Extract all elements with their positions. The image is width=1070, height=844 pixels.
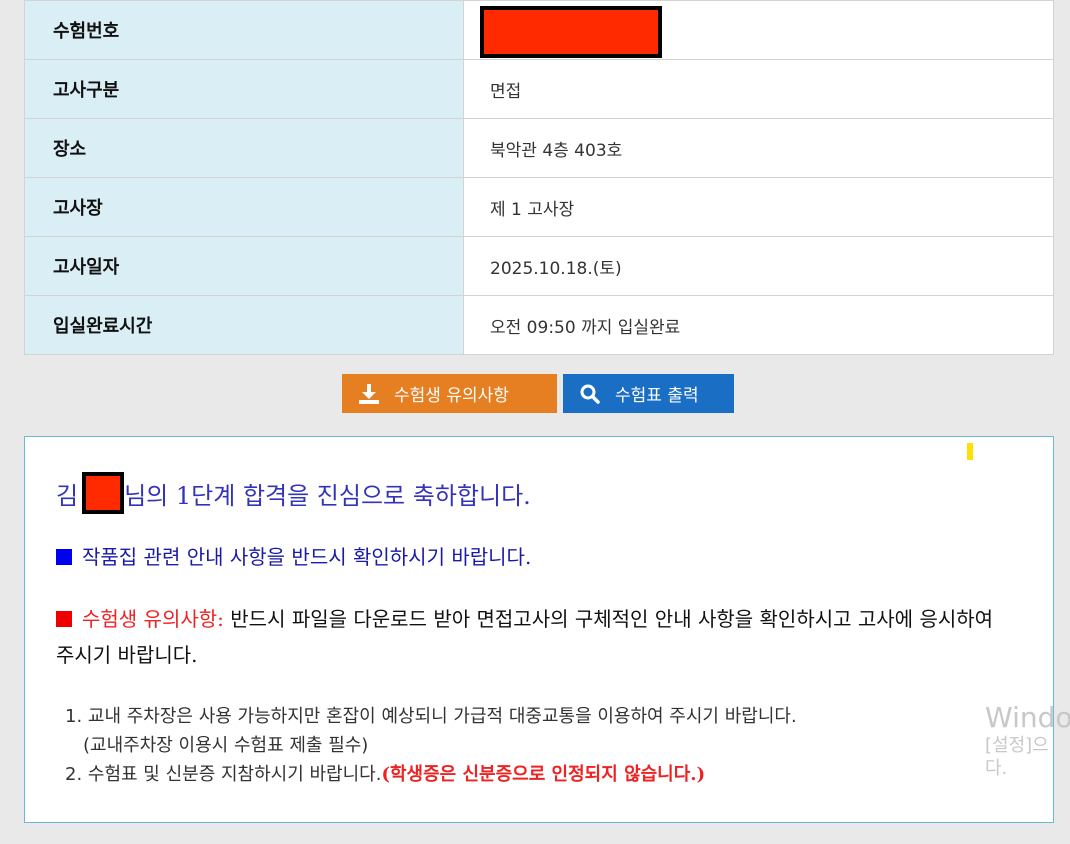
table-row: 고사일자 2025.10.18.(토)	[24, 236, 1054, 296]
table-row: 장소 북악관 4층 403호	[24, 118, 1054, 178]
exam-room-value: 제 1 고사장	[463, 177, 1054, 237]
redacted-exam-number	[480, 6, 662, 58]
watermark-line-3: 다.	[985, 757, 1008, 779]
print-ticket-label: 수험표 출력	[615, 386, 699, 406]
list-item: 1. 교내 주차장은 사용 가능하지만 혼잡이 예상되니 가급적 대중교통을 이…	[65, 706, 797, 727]
watermark-line-2: [설정]으	[985, 735, 1049, 756]
exam-type-label: 고사구분	[24, 59, 464, 119]
portfolio-notice: 작품집 관련 안내 사항을 반드시 확인하시기 바랍니다.	[56, 541, 531, 570]
watermark-line-1: Windo	[985, 701, 1070, 734]
table-row: 고사장 제 1 고사장	[24, 177, 1054, 237]
exam-number-label: 수험번호	[24, 0, 464, 60]
yellow-marker	[967, 443, 973, 460]
entry-deadline-label: 입실완료시간	[24, 295, 464, 355]
portfolio-notice-text: 작품집 관련 안내 사항을 반드시 확인하시기 바랍니다.	[82, 545, 532, 569]
search-icon	[579, 383, 601, 405]
blue-square-bullet-icon	[56, 549, 72, 565]
exam-date-value: 2025.10.18.(토)	[463, 236, 1054, 296]
congrats-suffix: 님의 1단계 합격을 진심으로 축하합니다.	[124, 481, 531, 510]
notice-download-button[interactable]: 수험생 유의사항	[342, 374, 557, 413]
print-ticket-button[interactable]: 수험표 출력	[563, 374, 734, 413]
exam-number-value	[463, 0, 1054, 60]
notice-panel: 김 님의 1단계 합격을 진심으로 축하합니다. 작품집 관련 안내 사항을 반…	[24, 436, 1054, 823]
exam-date-label: 고사일자	[24, 236, 464, 296]
download-icon	[358, 383, 380, 405]
caution-label: 수험생 유의사항:	[82, 607, 224, 631]
exam-room-label: 고사장	[24, 177, 464, 237]
list-item-sub: (교내주차장 이용시 수험표 제출 필수)	[83, 735, 369, 756]
table-row: 입실완료시간 오전 09:50 까지 입실완료	[24, 295, 1054, 355]
notice-download-label: 수험생 유의사항	[394, 386, 509, 406]
red-square-bullet-icon	[56, 611, 72, 627]
exam-info-table: 수험번호 고사구분 면접 장소 북악관 4층 403호 고사장 제 1 고사장 …	[24, 0, 1054, 355]
congrats-prefix: 김	[56, 481, 79, 510]
congratulations-message: 김 님의 1단계 합격을 진심으로 축하합니다.	[56, 472, 531, 514]
list-item-text: 2. 수험표 및 신분증 지참하시기 바랍니다.	[65, 764, 382, 785]
windows-activation-watermark: Windo [설정]으 다.	[985, 700, 1070, 780]
list-item-warning: (학생증은 신분증으로 인정되지 않습니다.)	[381, 764, 706, 785]
location-label: 장소	[24, 118, 464, 178]
table-row: 고사구분 면접	[24, 59, 1054, 119]
table-row: 수험번호	[24, 0, 1054, 60]
entry-deadline-value: 오전 09:50 까지 입실완료	[463, 295, 1054, 355]
location-value: 북악관 4층 403호	[463, 118, 1054, 178]
guideline-list: 1. 교내 주차장은 사용 가능하지만 혼잡이 예상되니 가급적 대중교통을 이…	[65, 702, 797, 789]
list-item: 2. 수험표 및 신분증 지참하시기 바랍니다.(학생증은 신분증으로 인정되지…	[65, 760, 797, 789]
exam-type-value: 면접	[463, 59, 1054, 119]
caution-notice: 수험생 유의사항: 반드시 파일을 다운로드 받아 면접고사의 구체적인 안내 …	[56, 601, 1016, 673]
redacted-name	[82, 472, 125, 514]
